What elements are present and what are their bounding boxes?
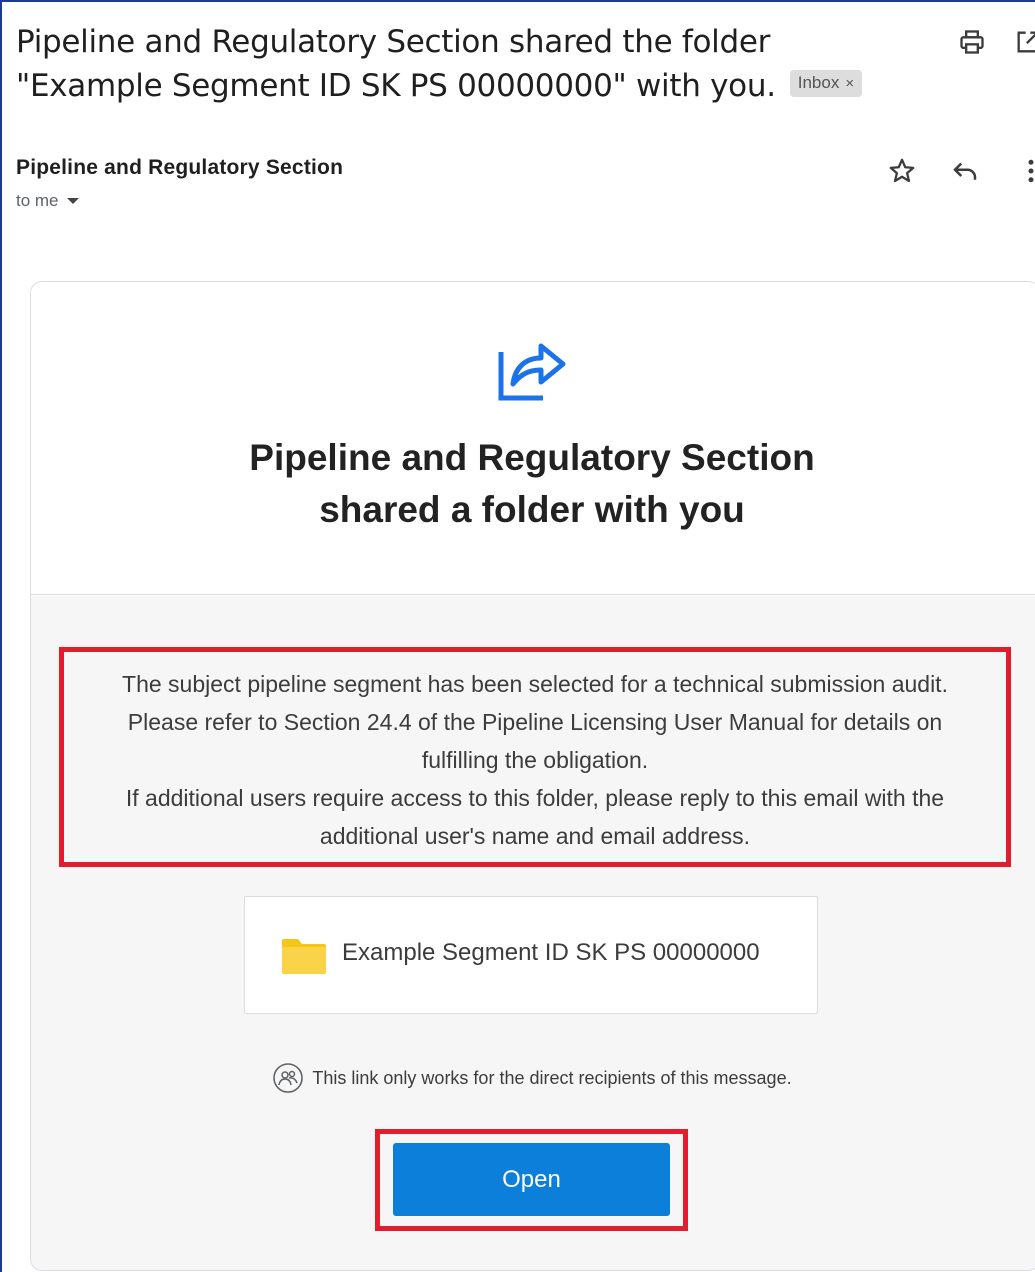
chevron-down-icon[interactable] (66, 198, 79, 204)
open-in-new-window-icon[interactable] (1014, 28, 1035, 56)
open-folder-button[interactable]: Open (393, 1143, 670, 1216)
notice-line-2: Please refer to Section 24.4 of the Pipe… (127, 709, 943, 735)
notice-line-5: additional user's name and email address… (319, 823, 751, 849)
sender-name[interactable]: Pipeline and Regulatory Section (16, 156, 343, 180)
share-headline: Pipeline and Regulatory Section shared a… (31, 432, 1033, 536)
star-icon[interactable] (887, 156, 917, 186)
print-icon[interactable] (958, 28, 986, 56)
share-arrow-icon (498, 343, 566, 401)
share-card-header: Pipeline and Regulatory Section shared a… (31, 282, 1035, 595)
notice-line-3: fulfilling the obligation. (421, 747, 649, 773)
link-note-text: This link only works for the direct reci… (312, 1067, 792, 1088)
email-subject: Pipeline and Regulatory Section shared t… (16, 20, 936, 108)
recipient-details[interactable]: to me (16, 191, 79, 211)
share-card: Pipeline and Regulatory Section shared a… (30, 281, 1035, 1271)
inbox-label-text: Inbox (797, 73, 840, 92)
headline-line-2: shared a folder with you (319, 489, 745, 530)
shared-folder-link[interactable]: Example Segment ID SK PS 00000000 (244, 896, 818, 1014)
folder-icon (282, 939, 326, 974)
recipient-text: to me (16, 191, 59, 210)
notice-line-1: The subject pipeline segment has been se… (122, 671, 948, 697)
people-icon (273, 1063, 304, 1093)
recipient-restriction-note: This link only works for the direct reci… (31, 1062, 1033, 1094)
reply-icon[interactable] (950, 156, 980, 186)
headline-line-1: Pipeline and Regulatory Section (249, 437, 815, 478)
inbox-label-chip[interactable]: Inbox × (789, 70, 863, 97)
more-vert-icon[interactable] (1016, 156, 1035, 186)
audit-notice-text: The subject pipeline segment has been se… (64, 665, 1006, 855)
remove-label-icon[interactable]: × (845, 75, 854, 92)
folder-name: Example Segment ID SK PS 00000000 (342, 939, 760, 966)
email-view: Pipeline and Regulatory Section shared t… (0, 0, 1035, 1272)
notice-line-4: If additional users require access to th… (125, 785, 945, 811)
audit-notice-highlight: The subject pipeline segment has been se… (59, 647, 1011, 867)
subject-line-2-text: "Example Segment ID SK PS 00000000" with… (16, 68, 776, 104)
subject-line-1: Pipeline and Regulatory Section shared t… (16, 24, 771, 60)
subject-line-2: "Example Segment ID SK PS 00000000" with… (16, 64, 936, 108)
